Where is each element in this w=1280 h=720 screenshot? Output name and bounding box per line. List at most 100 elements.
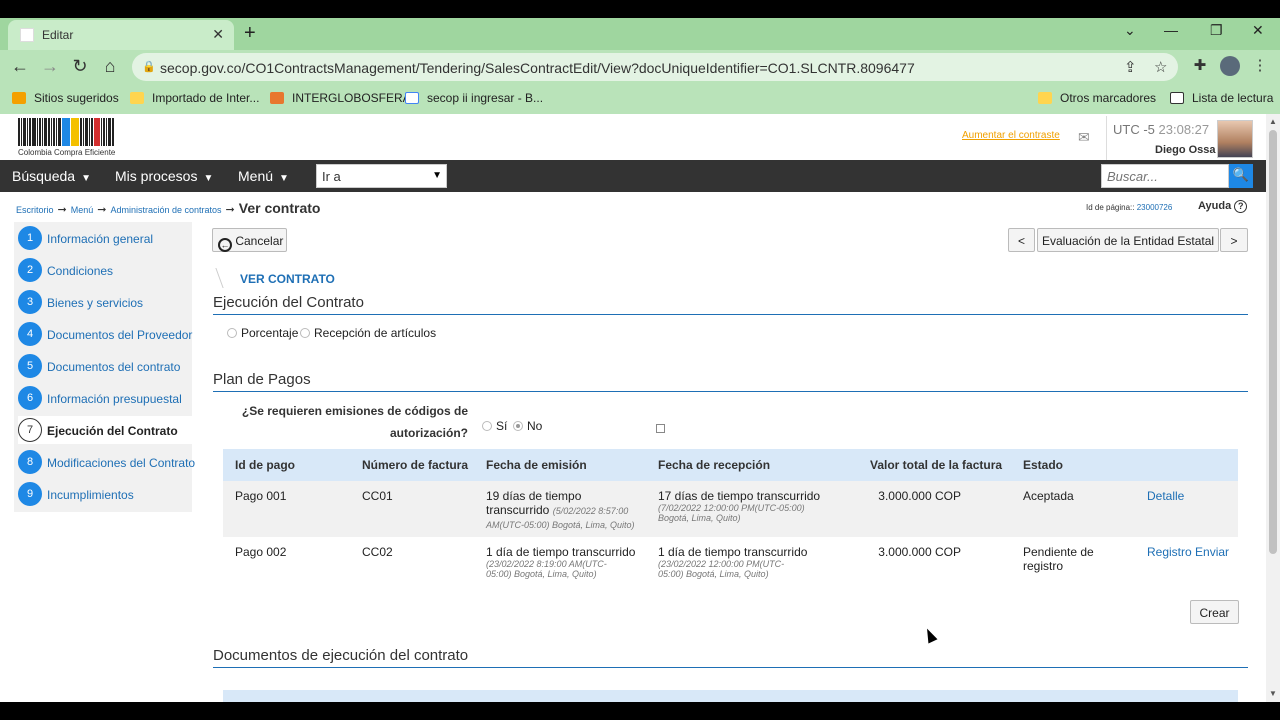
sidebar-item-modificaciones[interactable]: 8 Modificaciones del Contrato bbox=[18, 448, 195, 476]
sidebar-item-condiciones[interactable]: 2 Condiciones bbox=[18, 256, 192, 284]
cancel-button[interactable]: ← Cancelar bbox=[212, 228, 287, 252]
bookmarks-bar: Sitios sugeridos Importado de Inter... I… bbox=[0, 84, 1280, 114]
mail-icon[interactable]: ✉ bbox=[1078, 129, 1090, 146]
sidebar-item-presupuestal[interactable]: 6 Información presupuestal bbox=[18, 384, 192, 412]
folder-icon bbox=[130, 92, 144, 104]
cell-emision: 19 días de tiempo transcurrido (5/02/202… bbox=[474, 481, 646, 537]
section-ejecucion-title: Ejecución del Contrato bbox=[213, 294, 1248, 315]
mouse-cursor-icon bbox=[922, 626, 938, 644]
ver-contrato-label: VER CONTRATO bbox=[240, 272, 335, 286]
prev-button[interactable]: < bbox=[1008, 228, 1035, 252]
bookmark-item[interactable]: INTERGLOBOSFERA bbox=[270, 91, 411, 105]
user-name[interactable]: Diego Ossa bbox=[1155, 144, 1216, 156]
bookmark-item[interactable]: Importado de Inter... bbox=[130, 91, 259, 105]
page-title: Ver contrato bbox=[238, 200, 321, 216]
table-header-row: Id de pago Número de factura Fecha de em… bbox=[223, 449, 1238, 481]
logo-caption: Colombia Compra Eficiente bbox=[18, 148, 116, 157]
cell-emision: 1 día de tiempo transcurrido (23/02/2022 … bbox=[474, 537, 646, 585]
sidebar-item-incumplimientos[interactable]: 9 Incumplimientos bbox=[18, 480, 192, 508]
scroll-up-icon[interactable]: ▲ bbox=[1269, 117, 1277, 126]
radio-recepcion[interactable]: Recepción de artículos bbox=[300, 326, 436, 340]
breadcrumb-administracion[interactable]: Administración de contratos bbox=[110, 205, 221, 215]
sidebar-item-bienes[interactable]: 3 Bienes y servicios bbox=[18, 288, 192, 316]
steps-sidebar: 1 Información general 2 Condiciones 3 Biene… bbox=[14, 222, 195, 512]
bookmark-item[interactable]: secop ii ingresar - B... bbox=[405, 91, 543, 105]
breadcrumb-menu[interactable]: Menú bbox=[71, 205, 94, 215]
browser-toolbar: ← → ↻ ⌂ 🔒 secop.gov.co/CO1ContractsManag… bbox=[0, 50, 1280, 84]
column-header: Id de pago bbox=[223, 449, 350, 481]
google-icon bbox=[405, 92, 419, 104]
sidebar-item-ejecucion[interactable]: 7 Ejecución del Contrato bbox=[18, 416, 192, 444]
section-documentos-title: Documentos de ejecución del contrato bbox=[213, 647, 1248, 668]
tab-title: Editar bbox=[42, 28, 74, 42]
radio-no[interactable]: No bbox=[513, 419, 542, 433]
extensions-icon[interactable]: ✚ bbox=[1190, 56, 1210, 74]
table-row: Pago 001 CC01 19 días de tiempo transcur… bbox=[223, 481, 1238, 537]
search-input[interactable] bbox=[1101, 164, 1229, 188]
address-bar[interactable]: 🔒 secop.gov.co/CO1ContractsManagement/Te… bbox=[132, 53, 1178, 81]
arrow-right-icon: ➞ bbox=[57, 204, 67, 216]
logo: Colombia Compra Eficiente bbox=[18, 118, 122, 158]
tab-search-icon[interactable]: ⌄ bbox=[1124, 22, 1136, 39]
blogger-icon bbox=[270, 92, 284, 104]
back-icon[interactable]: ← bbox=[10, 56, 30, 77]
crear-button[interactable]: Crear bbox=[1190, 600, 1239, 624]
restore-icon[interactable]: ❐ bbox=[1210, 22, 1223, 39]
chevron-right-icon bbox=[208, 268, 224, 288]
screen-top-border bbox=[0, 0, 1280, 18]
window-close-icon[interactable]: ✕ bbox=[1252, 22, 1264, 39]
breadcrumb: Escritorio ➞ Menú ➞ Administración de contra… bbox=[16, 200, 320, 216]
browser-tab[interactable]: Editar ✕ bbox=[8, 20, 234, 50]
radio-porcentaje[interactable]: Porcentaje bbox=[227, 326, 298, 340]
breadcrumb-escritorio[interactable]: Escritorio bbox=[16, 205, 54, 215]
user-avatar[interactable] bbox=[1217, 120, 1253, 158]
share-icon[interactable]: ⇪ bbox=[1124, 58, 1137, 76]
contrast-link[interactable]: Aumentar el contraste bbox=[962, 130, 1060, 141]
cell-valor: 3.000.000 COP bbox=[858, 537, 1011, 585]
column-header: Estado bbox=[1011, 449, 1135, 481]
scrollbar-thumb[interactable] bbox=[1269, 130, 1277, 554]
scroll-down-icon[interactable]: ▼ bbox=[1269, 689, 1277, 698]
bookmark-star-icon[interactable]: ☆ bbox=[1154, 58, 1167, 76]
ir-a-select[interactable]: Ir a ▼ bbox=[316, 164, 447, 188]
next-button[interactable]: > bbox=[1220, 228, 1248, 252]
radio-si[interactable]: Sí bbox=[482, 419, 507, 433]
barcode-logo-icon bbox=[18, 118, 122, 146]
browser-menu-icon[interactable]: ⋮ bbox=[1250, 56, 1270, 74]
registro-link[interactable]: Registro bbox=[1147, 545, 1192, 559]
nav-menu[interactable]: Menú ▼ bbox=[238, 168, 289, 184]
url-text: secop.gov.co/CO1ContractsManagement/Tend… bbox=[160, 60, 915, 76]
sidebar-item-docs-contrato[interactable]: 5 Documentos del contrato bbox=[18, 352, 192, 380]
cell-estado: Pendiente de registro bbox=[1011, 537, 1135, 585]
help-link[interactable]: Ayuda ? bbox=[1198, 200, 1248, 213]
forward-icon[interactable]: → bbox=[40, 56, 60, 77]
nav-busqueda[interactable]: Búsqueda ▼ bbox=[12, 168, 91, 184]
search-button[interactable]: 🔍 bbox=[1229, 164, 1253, 188]
bookmark-item[interactable]: Sitios sugeridos bbox=[12, 91, 119, 105]
page-scrollbar[interactable]: ▲ ▼ bbox=[1266, 114, 1280, 702]
reload-icon[interactable]: ↻ bbox=[70, 56, 90, 77]
radio-selected-icon bbox=[513, 421, 523, 431]
detalle-link[interactable]: Detalle bbox=[1147, 489, 1184, 503]
page-favicon-icon bbox=[20, 28, 34, 42]
evaluacion-entidad-button[interactable]: Evaluación de la Entidad Estatal bbox=[1037, 228, 1219, 252]
profile-avatar[interactable] bbox=[1220, 56, 1240, 76]
enviar-link[interactable]: Enviar bbox=[1195, 545, 1229, 559]
bookmark-item[interactable]: Lista de lectura bbox=[1170, 91, 1273, 105]
sidebar-item-docs-proveedor[interactable]: 4 Documentos del Proveedor bbox=[18, 320, 192, 348]
nav-mis-procesos[interactable]: Mis procesos ▼ bbox=[115, 168, 213, 184]
minimize-icon[interactable]: — bbox=[1164, 22, 1178, 38]
arrow-right-icon: ➞ bbox=[225, 204, 235, 216]
cell-recepcion: 17 días de tiempo transcurrido (7/02/2022… bbox=[646, 481, 858, 537]
tab-close-icon[interactable]: ✕ bbox=[212, 26, 224, 43]
new-tab-button[interactable]: + bbox=[244, 22, 256, 45]
home-icon[interactable]: ⌂ bbox=[100, 56, 120, 77]
web-page: Colombia Compra Eficiente Aumentar el co… bbox=[0, 114, 1266, 702]
sidebar-item-informacion-general[interactable]: 1 Información general bbox=[18, 224, 192, 252]
cell-factura: CC02 bbox=[350, 537, 474, 585]
back-circle-icon: ← bbox=[218, 238, 232, 252]
bookmark-item[interactable]: Otros marcadores bbox=[1038, 91, 1156, 105]
time-display: UTC -5 23:08:27 bbox=[1113, 122, 1210, 137]
reading-list-icon bbox=[1170, 92, 1184, 104]
cell-id: Pago 001 bbox=[223, 481, 350, 537]
